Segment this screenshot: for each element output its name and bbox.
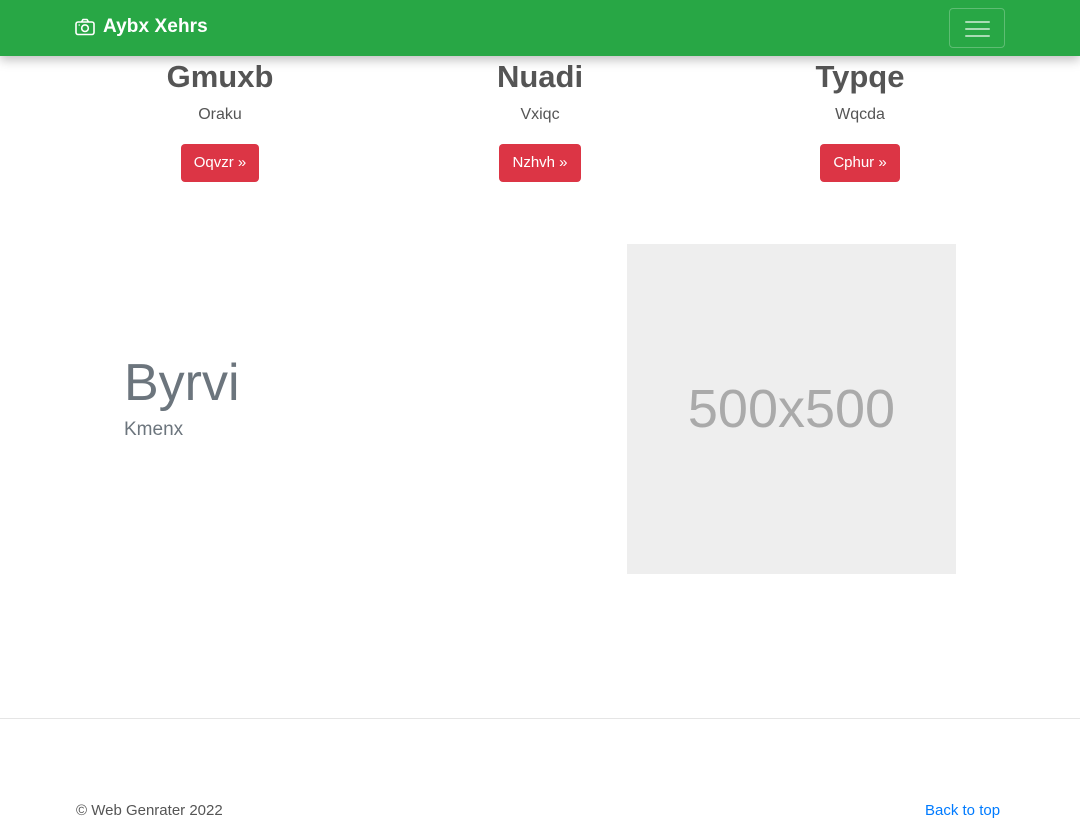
brand-name: Aybx Xehrs (103, 16, 208, 37)
hamburger-icon (965, 21, 990, 23)
camera-icon (75, 18, 95, 36)
feature-title: Typqe (815, 59, 905, 94)
footer-copyright: © Web Genrater 2022 (76, 802, 223, 819)
feature-column: Gmuxb Oraku Oqvzr » (60, 57, 380, 182)
feature-text: Wqcda (835, 106, 885, 123)
feature-button[interactable]: Nzhvh » (499, 144, 581, 182)
feature-button[interactable]: Cphur » (820, 144, 900, 182)
feature-text: Oraku (198, 106, 242, 123)
navbar-toggler-button[interactable] (949, 8, 1005, 48)
feature-button[interactable]: Oqvzr » (180, 144, 260, 182)
placeholder-label: 500x500 (687, 379, 896, 439)
brand-link[interactable]: Aybx Xehrs (75, 16, 208, 38)
featurette-lead: Kmenx (124, 419, 184, 440)
back-to-top-link[interactable]: Back to top (925, 802, 1000, 819)
feature-column: Typqe Wqcda Cphur » (700, 57, 1020, 182)
feature-title: Gmuxb (166, 59, 274, 94)
feature-column: Nuadi Vxiqc Nzhvh » (380, 57, 700, 182)
placeholder-image: 500x500 (627, 244, 956, 574)
navbar: Aybx Xehrs (0, 0, 1080, 56)
feature-text: Vxiqc (520, 106, 560, 123)
footer-divider (0, 718, 1080, 719)
feature-title: Nuadi (496, 59, 584, 94)
featurette-heading: Byrvi (124, 354, 240, 412)
